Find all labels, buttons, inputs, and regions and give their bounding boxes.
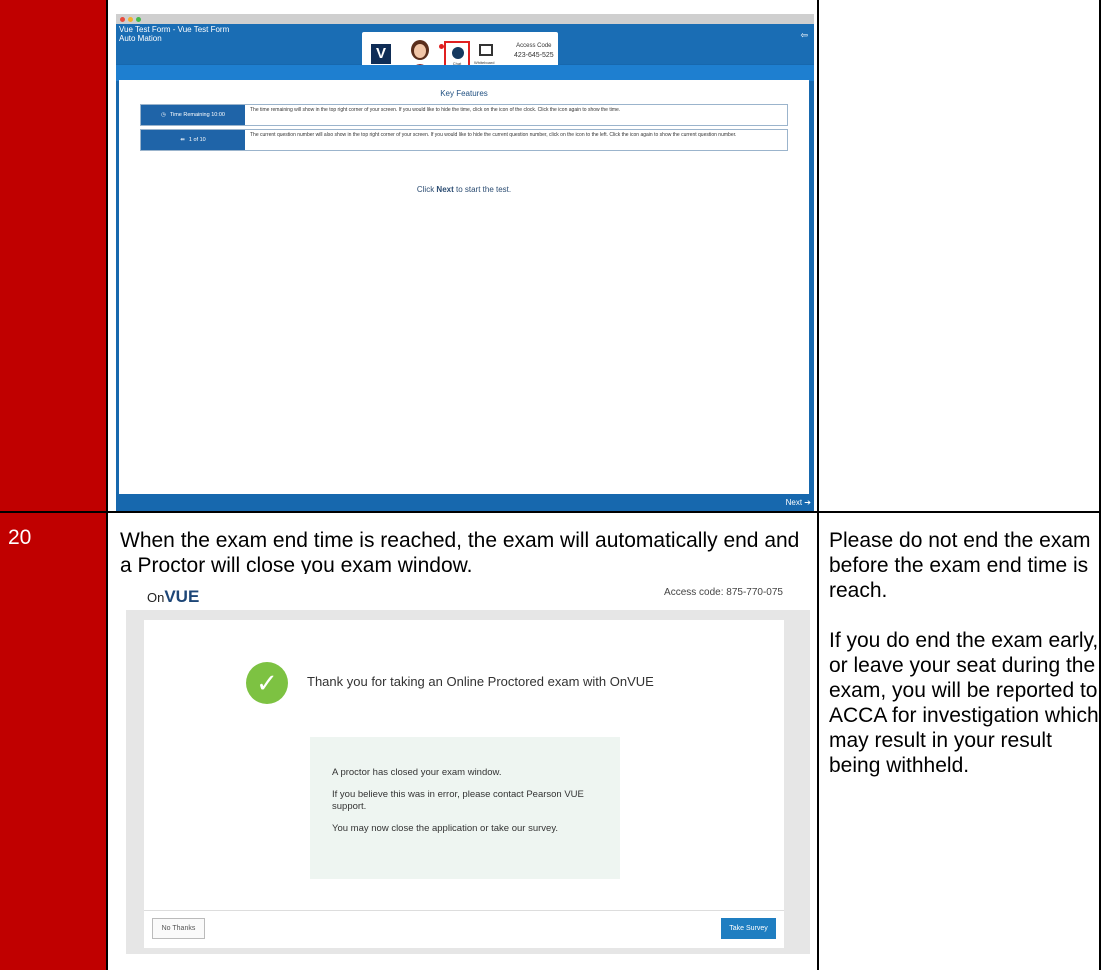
note-paragraph-2: If you do end the exam early, or leave y… — [829, 629, 1099, 777]
feature-label: 1 of 10 — [188, 137, 206, 143]
candidate-name: Auto Mation — [119, 34, 162, 43]
next-button[interactable]: Next ➔ — [786, 498, 811, 507]
table-border — [106, 0, 108, 970]
message-closed: A proctor has closed your exam window. — [332, 767, 502, 778]
start-instruction-bold: Next — [436, 185, 454, 194]
start-instruction-suffix: to start the test. — [453, 185, 512, 194]
check-icon: ✓ — [246, 662, 288, 704]
instruction-text: When the exam end time is reached, the e… — [120, 529, 800, 577]
exam-footer: Next ➔ — [116, 495, 814, 511]
vue-test-screenshot: Vue Test Form - Vue Test Form Auto Matio… — [116, 14, 814, 511]
feature-text: The current question number will also sh… — [250, 132, 737, 138]
question-number-toggle[interactable]: ⇚ 1 of 10 — [141, 130, 245, 150]
window-titlebar — [116, 14, 814, 24]
exit-icon[interactable]: ⇦ — [800, 30, 808, 41]
table-border — [0, 511, 1101, 513]
exam-title: Vue Test Form - Vue Test Form — [119, 25, 230, 34]
note-paragraph-1: Please do not end the exam before the ex… — [829, 529, 1091, 602]
key-features-panel: Key Features ◷ Time Remaining 10:00 The … — [119, 80, 809, 494]
access-code: Access Code 423-645-525 — [514, 42, 554, 60]
thanks-message: Thank you for taking an Online Proctored… — [307, 674, 654, 689]
table-border — [817, 0, 819, 970]
note-text: Please do not end the exam before the ex… — [829, 528, 1099, 778]
access-code: Access code: 875-770-075 — [664, 587, 783, 598]
onvue-end-screenshot: OnVUE Access code: 875-770-075 ✓ Thank y… — [126, 574, 810, 956]
content-frame: ✓ Thank you for taking an Online Proctor… — [126, 610, 810, 954]
onvue-logo: OnVUE — [147, 587, 199, 607]
feature-text: The time remaining will show in the top … — [250, 107, 621, 113]
close-dot-icon — [120, 17, 125, 22]
row-number-column-1 — [0, 0, 106, 512]
logo-on: On — [147, 590, 165, 605]
feature-row: ⇚ 1 of 10 The current question number wi… — [140, 129, 788, 151]
message-survey: You may now close the application or tak… — [332, 823, 559, 834]
maximize-dot-icon — [136, 17, 141, 22]
feature-label: Time Remaining 10:00 — [169, 112, 225, 118]
next-label: Next — [785, 498, 803, 507]
start-instruction-prefix: Click — [416, 185, 437, 194]
minimize-dot-icon — [128, 17, 133, 22]
take-survey-button[interactable]: Take Survey — [721, 918, 776, 939]
start-instruction: Click Next to start the test. — [119, 185, 809, 194]
proctor-message-box: A proctor has closed your exam window. I… — [310, 737, 620, 879]
no-thanks-button[interactable]: No Thanks — [152, 918, 205, 939]
access-code-value: 423-645-525 — [514, 52, 554, 59]
chat-icon — [452, 47, 464, 59]
row-number-cell: 20 — [8, 526, 32, 549]
header-strip — [116, 65, 814, 81]
key-features-title: Key Features — [440, 89, 488, 98]
whiteboard-icon[interactable] — [479, 44, 493, 56]
logo-vue: VUE — [164, 587, 200, 606]
vue-logo-icon: V — [371, 44, 391, 64]
row-number-column-2 — [0, 513, 106, 970]
feature-row: ◷ Time Remaining 10:00 The time remainin… — [140, 104, 788, 126]
time-remaining-toggle[interactable]: ◷ Time Remaining 10:00 — [141, 105, 245, 125]
divider — [144, 910, 784, 911]
message-error: If you believe this was in error, please… — [332, 789, 584, 812]
access-code-label: Access Code — [516, 43, 552, 49]
clock-icon: ◷ — [161, 112, 166, 118]
exam-header: Vue Test Form - Vue Test Form Auto Matio… — [116, 24, 814, 73]
question-counter-icon: ⇚ — [180, 137, 185, 143]
end-panel: ✓ Thank you for taking an Online Proctor… — [144, 620, 784, 948]
arrow-right-icon: ➔ — [804, 498, 811, 507]
key-features-table: ◷ Time Remaining 10:00 The time remainin… — [140, 104, 788, 154]
